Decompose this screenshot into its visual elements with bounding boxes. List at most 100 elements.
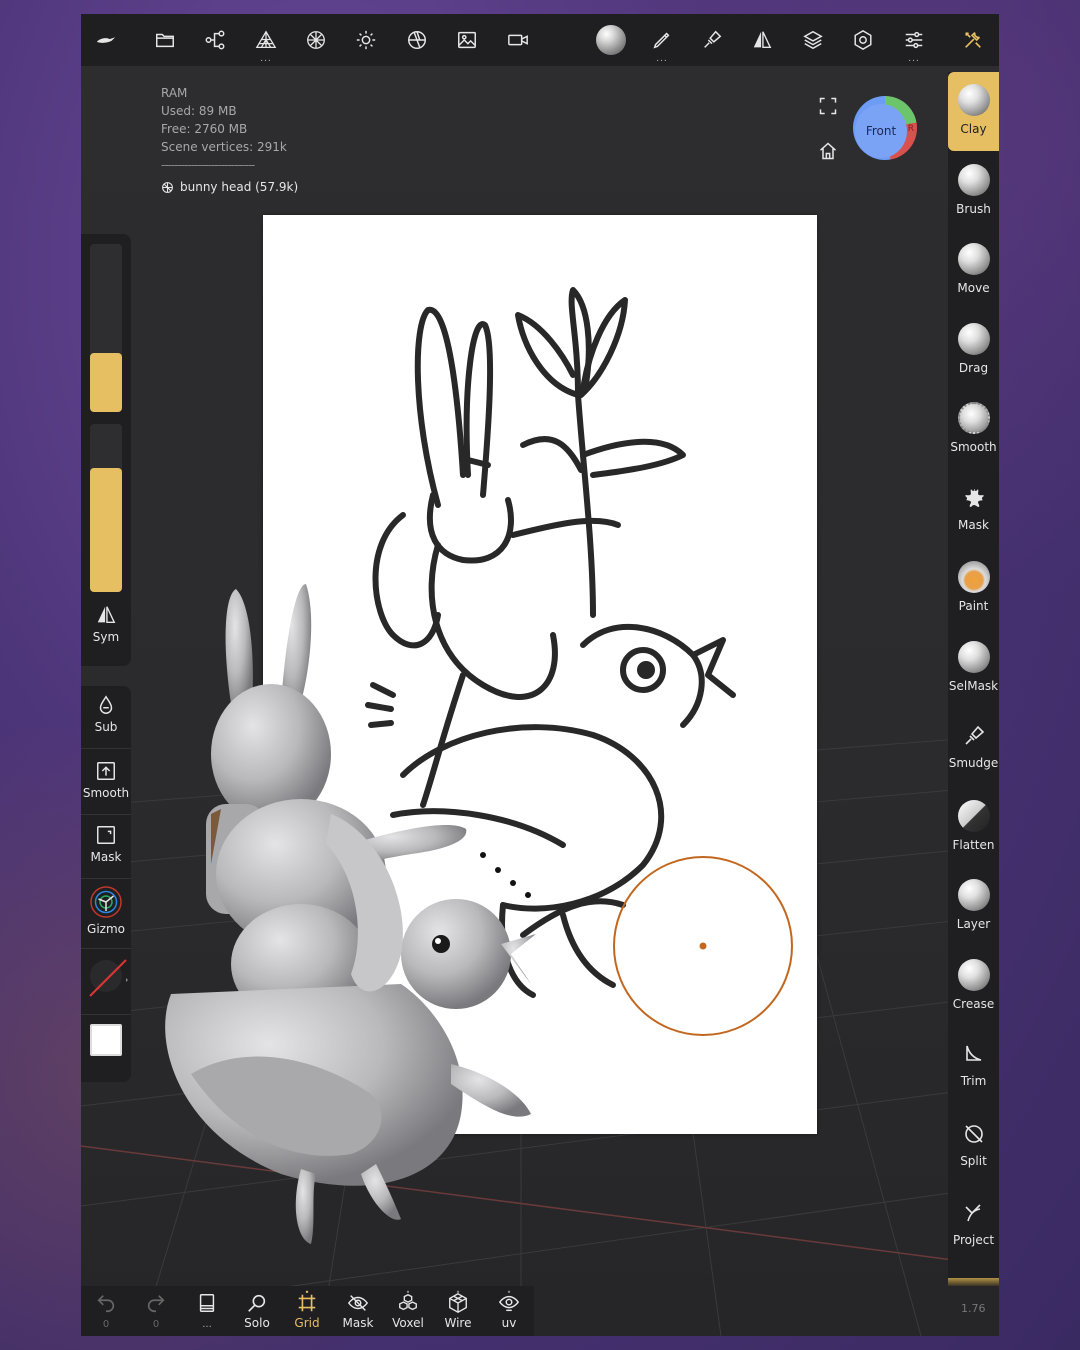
nomad-sculpt-app: ... ... ... RAM Used: 89 MB Free: 2760 M… [81,14,999,1336]
tool-smooth[interactable]: Smooth [948,390,999,469]
voxel-button[interactable]: • Voxel [383,1288,433,1330]
stroke-preview-icon[interactable] [86,956,128,998]
bottom-bar: 0 0 ... Solo • Grid Mask • Voxel • Wire … [81,1286,534,1336]
view-cube-front[interactable]: Front [855,104,907,158]
notes-icon [199,1294,215,1312]
home-view-icon[interactable] [818,141,838,165]
tool-selmask[interactable]: SelMask [948,629,999,708]
mesh-icon [162,181,173,193]
view-cube[interactable]: Front R [853,96,917,160]
crease-icon [957,959,990,991]
tool-project-label: Project [952,1233,995,1247]
mask-splat-icon [964,489,984,507]
paint-color-swatch[interactable] [90,1024,122,1056]
stroke-icon[interactable]: ... [646,24,678,64]
voxel-label: Voxel [392,1316,424,1330]
tool-paint-label: Paint [958,599,989,613]
nomad-logo-icon[interactable] [90,24,122,56]
grid-label: Grid [294,1316,320,1330]
gizmo-icon [90,886,122,918]
tool-layer[interactable]: Layer [948,867,999,946]
solo-label: Solo [244,1316,270,1330]
layers-icon[interactable] [797,24,829,56]
tool-drag[interactable]: Drag [948,311,999,390]
tool-brush[interactable]: Brush [948,152,999,231]
sub-button[interactable]: Sub [81,694,131,734]
scene-stats: RAM Used: 89 MB Free: 2760 MB Scene vert… [161,84,298,196]
shading-icon[interactable] [401,24,433,56]
solo-button[interactable]: Solo [232,1292,282,1330]
undo-icon [97,1295,115,1313]
smudge-icon [964,725,984,745]
tool-project[interactable]: Project [948,1185,999,1264]
radius-slider-fill[interactable] [90,353,122,412]
tool-split-label: Split [960,1154,987,1168]
brush-settings-icon[interactable] [696,24,728,56]
uv-label: uv [501,1316,517,1330]
sub-label: Sub [94,720,118,734]
intensity-slider-fill[interactable] [90,468,122,592]
gizmo-button[interactable]: Gizmo [81,884,131,936]
scene-vertices: Scene vertices: 291k [161,140,287,154]
tool-move[interactable]: Move [948,231,999,310]
mask-modifier-button[interactable]: Mask [81,824,131,864]
camera-icon[interactable] [502,24,534,56]
move-icon [957,243,990,275]
topology-more-dots: ... [260,54,272,64]
flatten-icon [957,800,990,832]
tool-split[interactable]: Split [948,1106,999,1185]
ram-free: Free: 2760 MB [161,122,248,136]
tool-clay-label: Clay [960,122,987,136]
folder-icon[interactable] [149,24,181,56]
tool-mask-label: Mask [958,518,989,532]
light-icon[interactable] [350,24,382,56]
ram-used: Used: 89 MB [161,104,237,118]
symmetry-icon[interactable] [746,24,778,56]
left-panel: Sym [81,234,131,666]
active-mesh[interactable]: bunny head (57.9k) [161,178,298,196]
sym-button[interactable]: Sym [81,604,131,644]
drop-icon [99,695,113,714]
uv-button[interactable]: • uv [484,1288,534,1330]
tool-paint[interactable]: Paint [948,549,999,628]
mask-modifier-label: Mask [90,850,122,864]
bunny-bird-model[interactable] [151,574,611,1254]
tools-icon[interactable] [957,24,989,56]
tool-flatten[interactable]: Flatten [948,788,999,867]
notes-button[interactable]: ... [182,1292,232,1330]
tool-crease[interactable]: Crease [948,947,999,1026]
tool-mask[interactable]: Mask [948,470,999,549]
tool-clay[interactable]: Clay [948,72,999,151]
stroke-more-dots: ... [656,54,668,64]
sym-label: Sym [92,630,120,644]
clay-icon [957,84,990,116]
view-cube-right[interactable]: R [908,124,914,134]
material-icon[interactable] [300,24,332,56]
undo-button[interactable]: 0 [81,1292,131,1330]
notes-dots: ... [202,1319,212,1330]
tool-trim[interactable]: Trim [948,1026,999,1105]
redo-count: 0 [152,1319,160,1330]
smooth-up-icon [97,762,115,780]
mask-square-icon [97,826,115,844]
wire-button[interactable]: • Wire [433,1288,483,1330]
mask-visibility-button[interactable]: Mask [333,1292,383,1330]
drag-icon [957,323,990,355]
left-panel-modifiers: Sub Smooth Mask Gizmo [81,686,131,1082]
brush-cursor [613,856,793,1036]
fullscreen-icon[interactable] [818,96,838,120]
grid-button[interactable]: • Grid [282,1288,332,1330]
matcap-icon[interactable] [595,24,627,56]
background-image-icon[interactable] [451,24,483,56]
selmask-icon [957,641,990,673]
scene-graph-icon[interactable] [199,24,231,56]
redo-button[interactable]: 0 [131,1292,181,1330]
trim-icon [965,1045,981,1061]
topology-icon[interactable]: ... [250,24,282,64]
tool-selmask-label: SelMask [948,679,999,693]
version-label: 1.76 [961,1302,986,1315]
tool-smudge[interactable]: Smudge [948,708,999,787]
sliders-icon[interactable]: ... [898,24,930,64]
settings-icon[interactable] [847,24,879,56]
smooth-modifier-button[interactable]: Smooth [81,760,131,800]
